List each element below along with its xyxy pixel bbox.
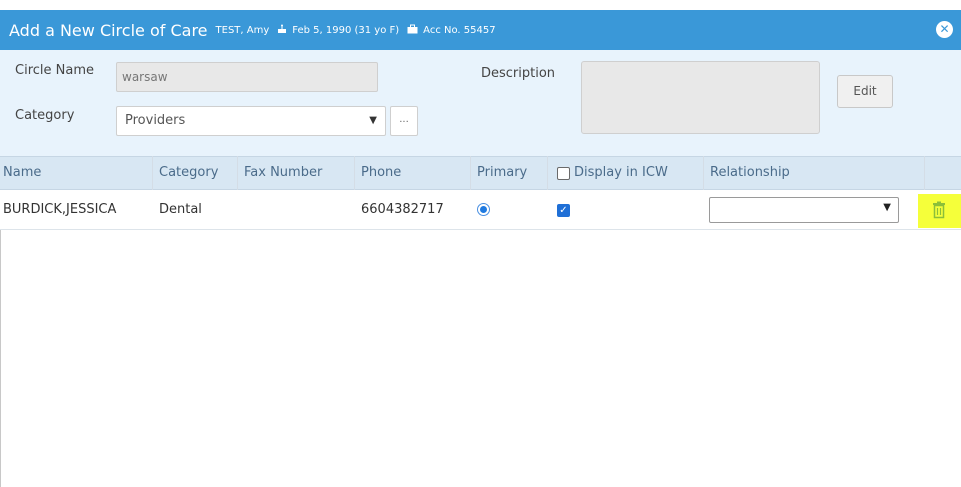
birthday-cake-icon bbox=[277, 24, 287, 37]
circle-of-care-dialog: Add a New Circle of Care TEST, Amy Feb 5… bbox=[0, 0, 961, 487]
description-textarea[interactable] bbox=[581, 61, 820, 134]
circle-name-input[interactable]: warsaw bbox=[116, 62, 378, 92]
category-select[interactable]: Providers ▼ bbox=[116, 106, 386, 136]
circle-form: Circle Name warsaw Category Providers ▼ … bbox=[0, 50, 961, 156]
table-header: Name Category Fax Number Phone Primary D… bbox=[0, 156, 961, 190]
chevron-down-icon: ▼ bbox=[369, 115, 377, 126]
account-number: Acc No. 55457 bbox=[423, 24, 496, 36]
patient-dob: Feb 5, 1990 (31 yo F) bbox=[292, 24, 400, 36]
dialog-titlebar: Add a New Circle of Care TEST, Amy Feb 5… bbox=[0, 10, 961, 50]
row-phone: 6604382717 bbox=[361, 202, 444, 217]
close-icon[interactable]: ✕ bbox=[936, 21, 953, 38]
category-more-button[interactable]: ... bbox=[390, 106, 418, 136]
patient-name: TEST, Amy bbox=[215, 24, 270, 36]
header-display-icw[interactable]: Display in ICW bbox=[574, 157, 668, 189]
circle-name-label: Circle Name bbox=[15, 63, 94, 78]
relationship-select[interactable]: ▼ bbox=[709, 197, 899, 223]
chevron-down-icon: ▼ bbox=[883, 202, 891, 213]
category-label: Category bbox=[15, 108, 75, 123]
header-fax[interactable]: Fax Number bbox=[244, 157, 322, 189]
top-strip bbox=[0, 0, 961, 10]
header-name[interactable]: Name bbox=[3, 157, 41, 189]
header-relationship[interactable]: Relationship bbox=[710, 157, 790, 189]
dialog-left-border bbox=[0, 230, 1, 487]
edit-button[interactable]: Edit bbox=[837, 75, 893, 108]
row-name: BURDICK,JESSICA bbox=[3, 202, 117, 217]
display-icw-select-all-checkbox[interactable] bbox=[557, 167, 570, 180]
category-select-value: Providers bbox=[125, 113, 186, 128]
briefcase-icon bbox=[407, 24, 418, 37]
patient-info: TEST, Amy Feb 5, 1990 (31 yo F) Acc No. … bbox=[216, 24, 496, 37]
description-label: Description bbox=[481, 66, 556, 81]
row-category: Dental bbox=[159, 202, 202, 217]
primary-radio[interactable] bbox=[477, 203, 490, 216]
header-category[interactable]: Category bbox=[159, 157, 218, 189]
dialog-title: Add a New Circle of Care bbox=[9, 20, 208, 40]
header-phone[interactable]: Phone bbox=[361, 157, 401, 189]
display-icw-checkbox[interactable]: ✓ bbox=[557, 204, 570, 217]
trash-icon[interactable] bbox=[932, 201, 946, 223]
header-primary[interactable]: Primary bbox=[477, 157, 527, 189]
